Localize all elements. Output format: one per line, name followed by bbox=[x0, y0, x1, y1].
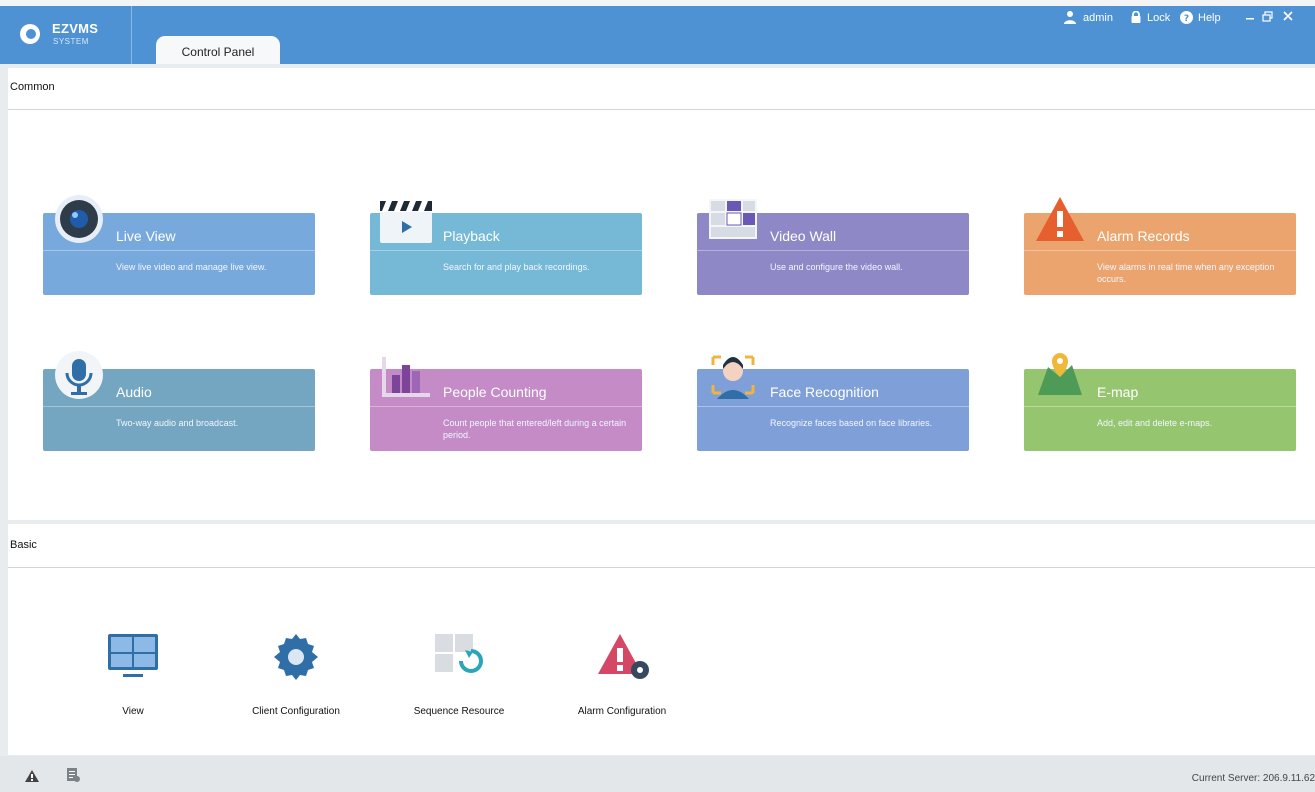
card-people-counting[interactable]: People Counting Count people that entere… bbox=[370, 357, 642, 451]
status-bar: Current Server: 206.9.11.62 bbox=[0, 756, 1315, 792]
card-playback[interactable]: Playback Search for and play back record… bbox=[370, 201, 642, 295]
gear-icon bbox=[264, 630, 328, 684]
card-title-e-map: E-map bbox=[1097, 384, 1139, 400]
basic-label-view: View bbox=[122, 706, 144, 717]
card-desc-alarm-records: View alarms in real time when any except… bbox=[1097, 262, 1275, 284]
card-title-alarm-records: Alarm Records bbox=[1097, 228, 1190, 244]
basic-alarm-configuration[interactable]: Alarm Configuration bbox=[547, 610, 697, 730]
card-divider bbox=[1024, 250, 1296, 251]
card-divider bbox=[370, 406, 642, 407]
basic-label-sequence-resource: Sequence Resource bbox=[413, 706, 505, 717]
svg-text:?: ? bbox=[1184, 14, 1189, 24]
tab-control-panel[interactable]: Control Panel bbox=[156, 36, 280, 64]
basic-sequence-resource[interactable]: Sequence Resource bbox=[384, 610, 534, 730]
card-title-audio: Audio bbox=[116, 384, 152, 400]
card-title-face-recognition: Face Recognition bbox=[770, 384, 879, 400]
tab-control-panel-label: Control Panel bbox=[181, 45, 255, 59]
logo-icon bbox=[20, 24, 40, 44]
card-divider bbox=[697, 406, 969, 407]
close-icon[interactable] bbox=[1282, 10, 1294, 22]
section-divider-basic bbox=[8, 567, 1315, 568]
basic-label-alarm-configuration: Alarm Configuration bbox=[577, 706, 667, 717]
card-desc-playback: Search for and play back recordings. bbox=[443, 262, 590, 272]
card-desc-live-view: View live video and manage live view. bbox=[116, 262, 267, 272]
section-title-basic: Basic bbox=[10, 539, 37, 551]
app-logo: EZVMS SYSTEM bbox=[8, 12, 132, 60]
user-name[interactable]: admin bbox=[1083, 12, 1113, 24]
top-right-controls: admin Lock ? Help bbox=[1063, 6, 1315, 30]
help-button[interactable]: Help bbox=[1198, 12, 1221, 24]
basic-view[interactable]: View bbox=[58, 610, 208, 730]
app-title: EZVMS bbox=[52, 21, 99, 36]
map-pin-icon bbox=[1032, 347, 1088, 403]
card-divider bbox=[43, 250, 315, 251]
card-e-map[interactable]: E-map Add, edit and delete e-maps. bbox=[1024, 353, 1296, 451]
lock-icon bbox=[1131, 11, 1141, 23]
basic-client-configuration[interactable]: Client Configuration bbox=[221, 610, 371, 730]
card-title-video-wall: Video Wall bbox=[770, 228, 837, 244]
card-divider bbox=[697, 250, 969, 251]
lock-button[interactable]: Lock bbox=[1147, 12, 1170, 24]
card-title-playback: Playback bbox=[443, 228, 500, 244]
card-title-live-view: Live View bbox=[116, 228, 176, 244]
minimize-icon[interactable] bbox=[1244, 14, 1256, 22]
card-divider bbox=[43, 406, 315, 407]
card-divider bbox=[1024, 406, 1296, 407]
card-alarm-records[interactable]: Alarm Records View alarms in real time w… bbox=[1024, 197, 1296, 295]
section-divider-common bbox=[8, 109, 1315, 110]
card-desc-face-recognition: Recognize faces based on face libraries. bbox=[770, 418, 933, 428]
warning-icon[interactable] bbox=[24, 769, 40, 783]
camera-icon bbox=[51, 191, 107, 247]
card-desc-audio: Two-way audio and broadcast. bbox=[116, 418, 239, 428]
card-desc-people-counting: Count people that entered/left during a … bbox=[443, 418, 627, 440]
monitor-grid-icon bbox=[101, 630, 165, 684]
top-bar: EZVMS SYSTEM Control Panel admin Lock ? … bbox=[0, 0, 1315, 64]
video-wall-icon bbox=[705, 191, 761, 247]
microphone-icon bbox=[51, 347, 107, 403]
card-live-view[interactable]: Live View View live video and manage liv… bbox=[43, 195, 315, 295]
alarm-triangle-icon bbox=[1032, 191, 1088, 247]
card-title-people-counting: People Counting bbox=[443, 384, 547, 400]
current-server: Current Server: 206.9.11.62 bbox=[1191, 773, 1315, 784]
card-face-recognition[interactable]: Face Recognition Recognize faces based o… bbox=[697, 355, 969, 451]
card-desc-e-map: Add, edit and delete e-maps. bbox=[1097, 418, 1213, 428]
face-recognition-icon bbox=[705, 347, 761, 403]
card-audio[interactable]: Audio Two-way audio and broadcast. bbox=[43, 351, 315, 451]
log-icon[interactable] bbox=[66, 767, 80, 783]
app-subtitle: SYSTEM bbox=[53, 37, 89, 46]
section-title-common: Common bbox=[10, 81, 55, 93]
card-video-wall[interactable]: Video Wall Use and configure the video w… bbox=[697, 199, 969, 295]
basic-label-client-configuration: Client Configuration bbox=[252, 706, 340, 717]
card-desc-video-wall: Use and configure the video wall. bbox=[770, 262, 903, 272]
sequence-icon bbox=[427, 630, 491, 684]
user-icon bbox=[1064, 11, 1076, 24]
help-icon: ? bbox=[1180, 11, 1193, 24]
logo-divider bbox=[131, 6, 132, 64]
alarm-gear-icon bbox=[590, 630, 654, 684]
people-counting-icon bbox=[378, 347, 434, 403]
clapperboard-icon bbox=[378, 191, 434, 247]
card-divider bbox=[370, 250, 642, 251]
restore-icon[interactable] bbox=[1262, 11, 1274, 23]
